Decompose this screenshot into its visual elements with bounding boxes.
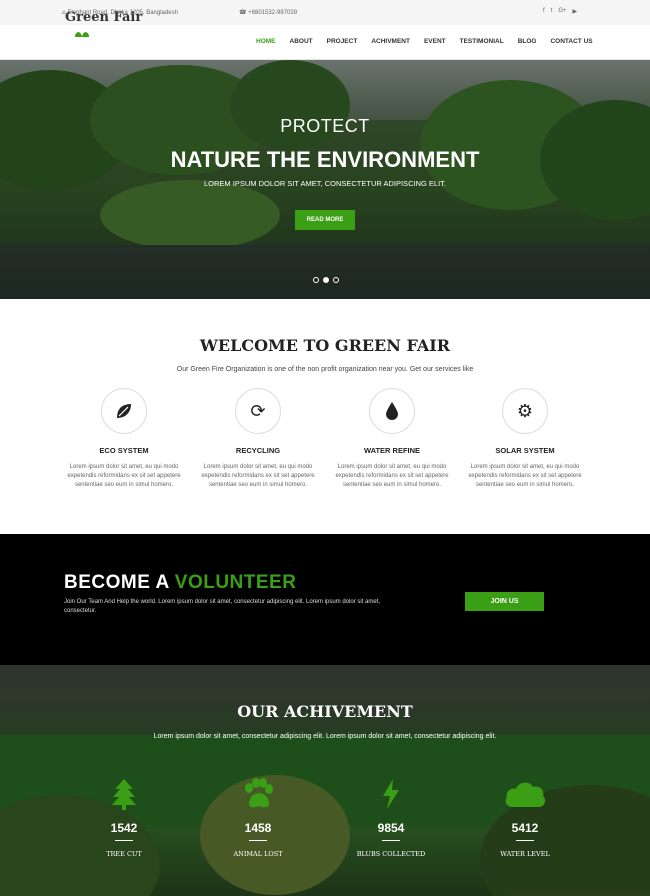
hero-line-2: NATURE THE ENVIRONMENT bbox=[170, 147, 480, 172]
service-eco-system: ECO SYSTEM Lorem ipsum dolor sit amet, e… bbox=[64, 388, 184, 490]
stat-divider bbox=[249, 840, 267, 841]
welcome-title: WELCOME TO GREEN FAIR bbox=[199, 336, 451, 355]
stat-divider bbox=[516, 840, 534, 841]
leaf-icon[interactable] bbox=[101, 388, 147, 434]
service-desc: Lorem ipsum dolor sit amet, eu qui modo … bbox=[201, 464, 315, 488]
slider-dot[interactable] bbox=[313, 277, 319, 283]
youtube-icon[interactable]: ▶ bbox=[573, 8, 578, 15]
stat-divider bbox=[115, 840, 133, 841]
service-desc: Lorem ipsum dolor sit amet, eu qui modo … bbox=[335, 464, 449, 488]
service-recycling: ⟳ RECYCLING Lorem ipsum dolor sit amet, … bbox=[198, 388, 318, 490]
stat-animal-lost: 1458 ANIMAL LOST bbox=[208, 777, 308, 858]
stat-tree-cut: 1542 TREE CUT bbox=[74, 777, 174, 858]
stat-value: 1458 bbox=[244, 821, 272, 835]
service-name: WATER REFINE bbox=[363, 446, 421, 455]
read-more-button[interactable]: READ MORE bbox=[295, 210, 355, 230]
hero-line-3: LOREM IPSUM DOLOR SIT AMET, CONSECTETUR … bbox=[204, 179, 446, 188]
cloud-icon bbox=[475, 777, 575, 811]
service-name: RECYCLING bbox=[235, 446, 281, 455]
service-desc: Lorem ipsum dolor sit amet, eu qui modo … bbox=[67, 464, 181, 488]
volunteer-section: BECOME A VOLUNTEER Join Our Team And Hel… bbox=[0, 534, 650, 665]
gear-icon[interactable]: ⚙ bbox=[502, 388, 548, 434]
achievement-title: OUR ACHIVEMENT bbox=[237, 702, 413, 721]
service-water-refine: WATER REFINE Lorem ipsum dolor sit amet,… bbox=[332, 388, 452, 490]
leaf-logo-icon bbox=[75, 32, 89, 37]
recycle-icon[interactable]: ⟳ bbox=[235, 388, 281, 434]
join-us-button[interactable]: JOIN US bbox=[465, 592, 544, 611]
nav-item-home[interactable]: HOME bbox=[256, 38, 276, 45]
slider-dot[interactable] bbox=[333, 277, 339, 283]
slider-dots bbox=[313, 277, 339, 283]
nav-item-about[interactable]: ABOUT bbox=[290, 38, 313, 45]
stat-value: 9854 bbox=[377, 821, 405, 835]
tree-icon bbox=[74, 777, 174, 811]
stat-blubs-collected: 9854 BLUBS COLLECTED bbox=[341, 777, 441, 858]
stat-label: ANIMAL LOST bbox=[233, 850, 283, 858]
service-name: SOLAR SYSTEM bbox=[495, 446, 555, 455]
nav-item-event[interactable]: EVENT bbox=[424, 38, 446, 45]
hero-line-1: PROTECT bbox=[280, 116, 370, 136]
nav-menu: HOME ABOUT PROJECT ACHIVMENT EVENT TESTI… bbox=[256, 38, 607, 45]
volunteer-title-a: BECOME A bbox=[64, 572, 169, 593]
site-logo[interactable]: Green Fair bbox=[65, 10, 142, 25]
google-plus-icon[interactable]: G+ bbox=[558, 8, 566, 15]
service-desc: Lorem ipsum dolor sit amet, eu qui modo … bbox=[468, 464, 582, 488]
water-drop-icon[interactable] bbox=[369, 388, 415, 434]
nav-item-project[interactable]: PROJECT bbox=[327, 38, 358, 45]
stat-value: 1542 bbox=[110, 821, 138, 835]
nav-item-testimonial[interactable]: TESTIMONIAL bbox=[460, 38, 504, 45]
nav-item-blog[interactable]: BLOG bbox=[518, 38, 537, 45]
nav-item-achivment[interactable]: ACHIVMENT bbox=[371, 38, 410, 45]
achievement-subtitle: Lorem ipsum dolor sit amet, consectetur … bbox=[153, 733, 497, 740]
social-links: f t G+ ▶ bbox=[543, 8, 577, 15]
stat-value: 5412 bbox=[511, 821, 539, 835]
slider-dot-active[interactable] bbox=[323, 277, 329, 283]
lightning-icon bbox=[341, 777, 441, 811]
phone-icon: ☎ bbox=[239, 9, 247, 16]
volunteer-title-b: VOLUNTEER bbox=[174, 572, 297, 593]
nav-item-contact[interactable]: CONTACT US bbox=[550, 38, 592, 45]
volunteer-text: Join Our Team And Help the world. Lorem … bbox=[64, 599, 381, 614]
phone-label: +8801532-987039 bbox=[248, 10, 298, 16]
stat-label: TREE CUT bbox=[106, 850, 142, 858]
service-solar-system: ⚙ SOLAR SYSTEM Lorem ipsum dolor sit ame… bbox=[465, 388, 585, 490]
welcome-subtitle: Our Green Fire Organization is one of th… bbox=[176, 366, 474, 373]
stat-label: WATER LEVEL bbox=[500, 850, 550, 858]
volunteer-title: BECOME A VOLUNTEER bbox=[64, 572, 296, 594]
facebook-icon[interactable]: f bbox=[543, 8, 545, 15]
stat-divider bbox=[382, 840, 400, 841]
phone-text: ☎ +8801532-987039 bbox=[239, 9, 297, 16]
service-name: ECO SYSTEM bbox=[99, 446, 149, 455]
stat-water-level: 5412 WATER LEVEL bbox=[475, 777, 575, 858]
stat-label: BLUBS COLLECTED bbox=[356, 850, 426, 858]
twitter-icon[interactable]: t bbox=[551, 8, 553, 15]
paw-icon bbox=[208, 777, 308, 811]
